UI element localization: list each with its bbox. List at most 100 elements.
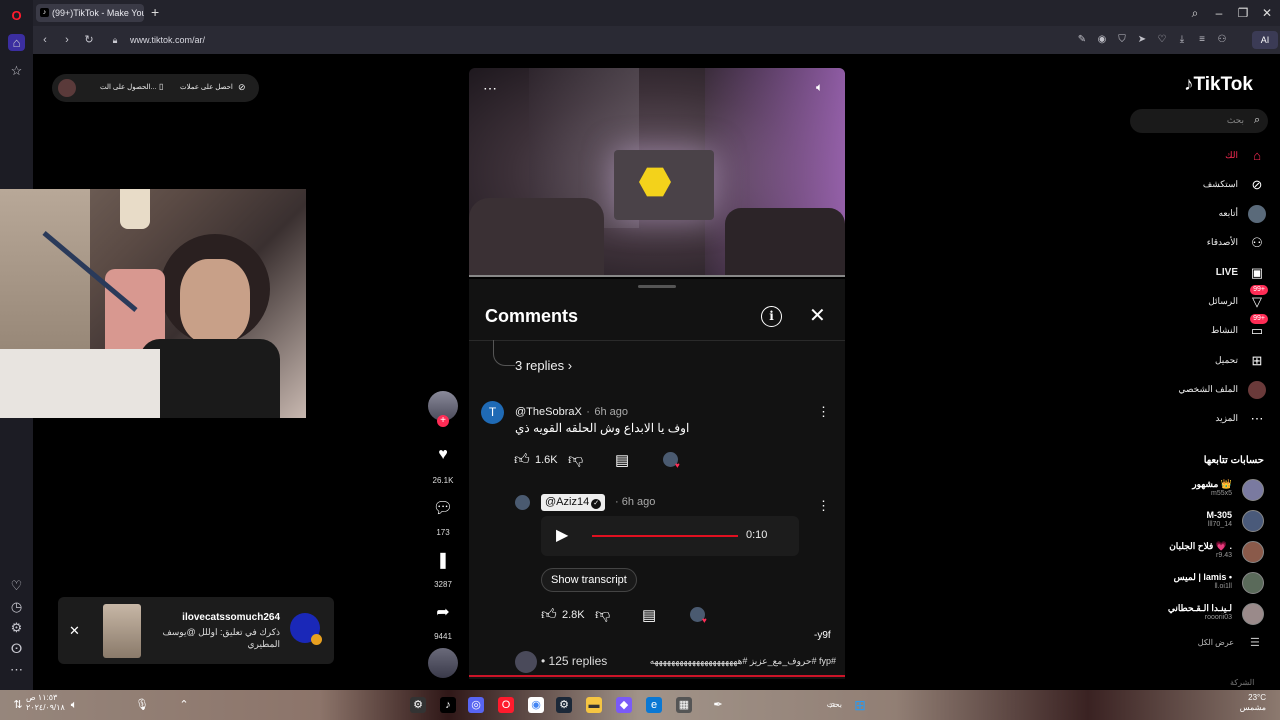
user-avatar[interactable] bbox=[58, 79, 76, 97]
like-heart-icon[interactable]: ♥ bbox=[432, 446, 454, 464]
reply-author-chip[interactable]: @Aziz14 ✓ bbox=[541, 494, 606, 511]
app-purple-icon[interactable]: ◆ bbox=[616, 697, 632, 713]
search-icon[interactable]: ⌕ bbox=[1254, 114, 1260, 127]
more-rail-icon[interactable]: ⋯ bbox=[8, 661, 25, 678]
windows-start-icon[interactable]: ⊞ bbox=[852, 697, 868, 713]
profile-icon[interactable]: ⚇ bbox=[1216, 34, 1228, 46]
tiktok-app-icon[interactable]: ♪ bbox=[440, 697, 456, 713]
history-icon[interactable]: ◷ bbox=[8, 598, 25, 615]
mic-icon[interactable]: 🎙︎ bbox=[134, 697, 150, 713]
show-transcript-button[interactable]: Show transcript bbox=[541, 568, 637, 592]
sidebar-item-messages[interactable]: الرسائل ▽ 99+ bbox=[1130, 285, 1268, 314]
forward-icon[interactable]: › bbox=[60, 33, 74, 47]
sidebar-item-live[interactable]: LIVE ▣ bbox=[1130, 263, 1268, 285]
back-icon[interactable]: ‹ bbox=[38, 33, 52, 47]
minimize-button[interactable]: – bbox=[1211, 5, 1227, 21]
sidebar-item-following[interactable]: أتابعه bbox=[1130, 204, 1268, 226]
reply-avatar[interactable] bbox=[515, 495, 530, 510]
sidebar-item-activity[interactable]: النشاط ▭ 99+ bbox=[1130, 314, 1268, 343]
company-link[interactable]: الشركة bbox=[1230, 678, 1254, 687]
ai-button[interactable]: AI bbox=[1252, 31, 1278, 49]
speaker-icon[interactable]: 🔈︎ bbox=[816, 80, 823, 95]
chrome-icon[interactable]: ◉ bbox=[528, 697, 544, 713]
search-tabs-icon[interactable]: ⌕ bbox=[1187, 5, 1203, 21]
camera-icon[interactable]: ◉ bbox=[1096, 34, 1108, 46]
settings-icon[interactable]: ⚙ bbox=[8, 619, 25, 636]
share-icon[interactable]: ➦ bbox=[432, 602, 454, 622]
download-icon[interactable]: ⤓ bbox=[1176, 34, 1188, 46]
discord-icon[interactable]: ◎ bbox=[468, 697, 484, 713]
see-all-link[interactable]: عرض الكل bbox=[1140, 638, 1234, 647]
ellipsis-icon[interactable]: ⋯ bbox=[483, 80, 497, 97]
comment-more-icon[interactable]: ⋮ bbox=[817, 404, 830, 420]
steam-icon[interactable]: ⚙ bbox=[556, 697, 572, 713]
get-coins-link[interactable]: احصل على عملات bbox=[180, 83, 233, 91]
following-account[interactable]: فلاح الجلبان 💗 . r9.43 bbox=[1130, 539, 1268, 569]
network-icon[interactable]: ⇅ bbox=[10, 697, 26, 713]
play-icon[interactable]: ▶ bbox=[556, 526, 580, 546]
comment-avatar[interactable]: T bbox=[481, 401, 504, 424]
reply-icon[interactable]: ▤ bbox=[615, 451, 629, 469]
opera-logo-icon[interactable]: O bbox=[8, 7, 25, 24]
info-icon[interactable]: i bbox=[761, 306, 782, 327]
weather-widget[interactable]: 23°C مشمس bbox=[1222, 693, 1266, 713]
sidebar-item-foryou[interactable]: الك ⌂ bbox=[1130, 146, 1268, 168]
volume-icon[interactable]: 🔈︎ bbox=[66, 697, 82, 713]
close-window-button[interactable]: ✕ bbox=[1259, 5, 1275, 21]
tab-tiktok[interactable]: (99+)TikTok - Make Your Day bbox=[36, 4, 144, 22]
star-icon[interactable]: ☆ bbox=[8, 62, 25, 79]
app-feather-icon[interactable]: ✒ bbox=[710, 697, 726, 713]
heart-rail-icon[interactable]: ♡ bbox=[8, 577, 25, 594]
following-account[interactable]: مشهور 👑 m55x5 bbox=[1130, 477, 1268, 507]
sidebar-item-profile[interactable]: الملف الشخصي bbox=[1130, 380, 1268, 402]
follow-plus-icon[interactable]: + bbox=[437, 415, 449, 427]
taskbar-search-icon[interactable]: ⌕ bbox=[825, 697, 841, 713]
opera-icon[interactable]: O bbox=[498, 697, 514, 713]
reply-reply-icon[interactable]: ▤ bbox=[642, 606, 656, 624]
voice-progress-track[interactable] bbox=[592, 535, 738, 537]
reply-dislike-icon[interactable]: 👎︎ bbox=[595, 606, 610, 624]
toast-close-icon[interactable]: ✕ bbox=[69, 623, 80, 639]
sidebar-item-friends[interactable]: الأصدقاء ⚇ bbox=[1130, 233, 1268, 255]
reload-icon[interactable]: ↻ bbox=[82, 33, 96, 47]
close-icon[interactable]: ✕ bbox=[809, 306, 826, 327]
toast-video-thumbnail[interactable] bbox=[103, 604, 141, 658]
drag-handle[interactable] bbox=[638, 285, 676, 288]
home-rail-icon[interactable]: ⌂ bbox=[8, 34, 25, 51]
dislike-icon[interactable]: 👎︎ bbox=[568, 451, 583, 469]
tiktok-logo[interactable]: ♪TikTok bbox=[1184, 74, 1253, 96]
heart-toolbar-icon[interactable]: ♡ bbox=[1156, 34, 1168, 46]
new-tab-button[interactable]: + bbox=[151, 5, 165, 19]
comment-author[interactable]: @TheSobraX bbox=[515, 406, 582, 418]
get-app-link[interactable]: الحصول على الت... bbox=[100, 83, 156, 91]
tray-clock[interactable]: ١١:٥٣ ص ٢٠٢٤/٠٩/١٨ bbox=[26, 693, 65, 713]
sidebar-item-more[interactable]: المزيد ⋯ bbox=[1130, 409, 1268, 431]
reply-like-icon[interactable]: 👍︎ bbox=[541, 606, 557, 624]
send-icon[interactable]: ➤ bbox=[1136, 34, 1148, 46]
edit-icon[interactable]: ✎ bbox=[1076, 34, 1088, 46]
folder-icon[interactable]: ▬ bbox=[586, 697, 602, 713]
bookmark-icon[interactable]: ❚ bbox=[432, 550, 454, 570]
next-creator-avatar[interactable] bbox=[428, 648, 458, 678]
following-account[interactable]: M-305 lll70_14 bbox=[1130, 508, 1268, 538]
maximize-button[interactable]: ❐ bbox=[1235, 5, 1251, 21]
url-input[interactable]: www.tiktok.com/ar/ bbox=[98, 32, 1238, 49]
like-icon[interactable]: 👍︎ bbox=[514, 451, 530, 469]
menu-icon[interactable]: ≡ bbox=[1196, 34, 1208, 46]
bulb-icon[interactable]: ⵙ bbox=[8, 640, 25, 657]
bottom-comment-avatar[interactable] bbox=[515, 651, 537, 673]
video-player[interactable] bbox=[469, 68, 845, 277]
edge-icon[interactable]: e bbox=[646, 697, 662, 713]
reply-more-icon[interactable]: ⋮ bbox=[817, 498, 830, 514]
sidebar-item-explore[interactable]: استكشف ⊘ bbox=[1130, 175, 1268, 197]
shield-icon[interactable]: ⛉ bbox=[1116, 34, 1128, 46]
following-account[interactable]: لـينـدا الـقـحطاني rooorii03 bbox=[1130, 601, 1268, 631]
tray-chevron-icon[interactable]: ⌃ bbox=[176, 697, 192, 713]
video-progress-bar[interactable] bbox=[469, 275, 845, 277]
more-replies-link[interactable]: • 125 replies bbox=[541, 654, 607, 668]
following-account[interactable]: لميس | lamis • ll.oi1ll bbox=[1130, 570, 1268, 600]
comment-bubble-icon[interactable]: 💬︎ bbox=[432, 498, 454, 518]
app-icon[interactable]: ⚙ bbox=[410, 697, 426, 713]
app-gray-icon[interactable]: ▦ bbox=[676, 697, 692, 713]
sidebar-item-upload[interactable]: تحميل ⊞ bbox=[1130, 351, 1268, 373]
